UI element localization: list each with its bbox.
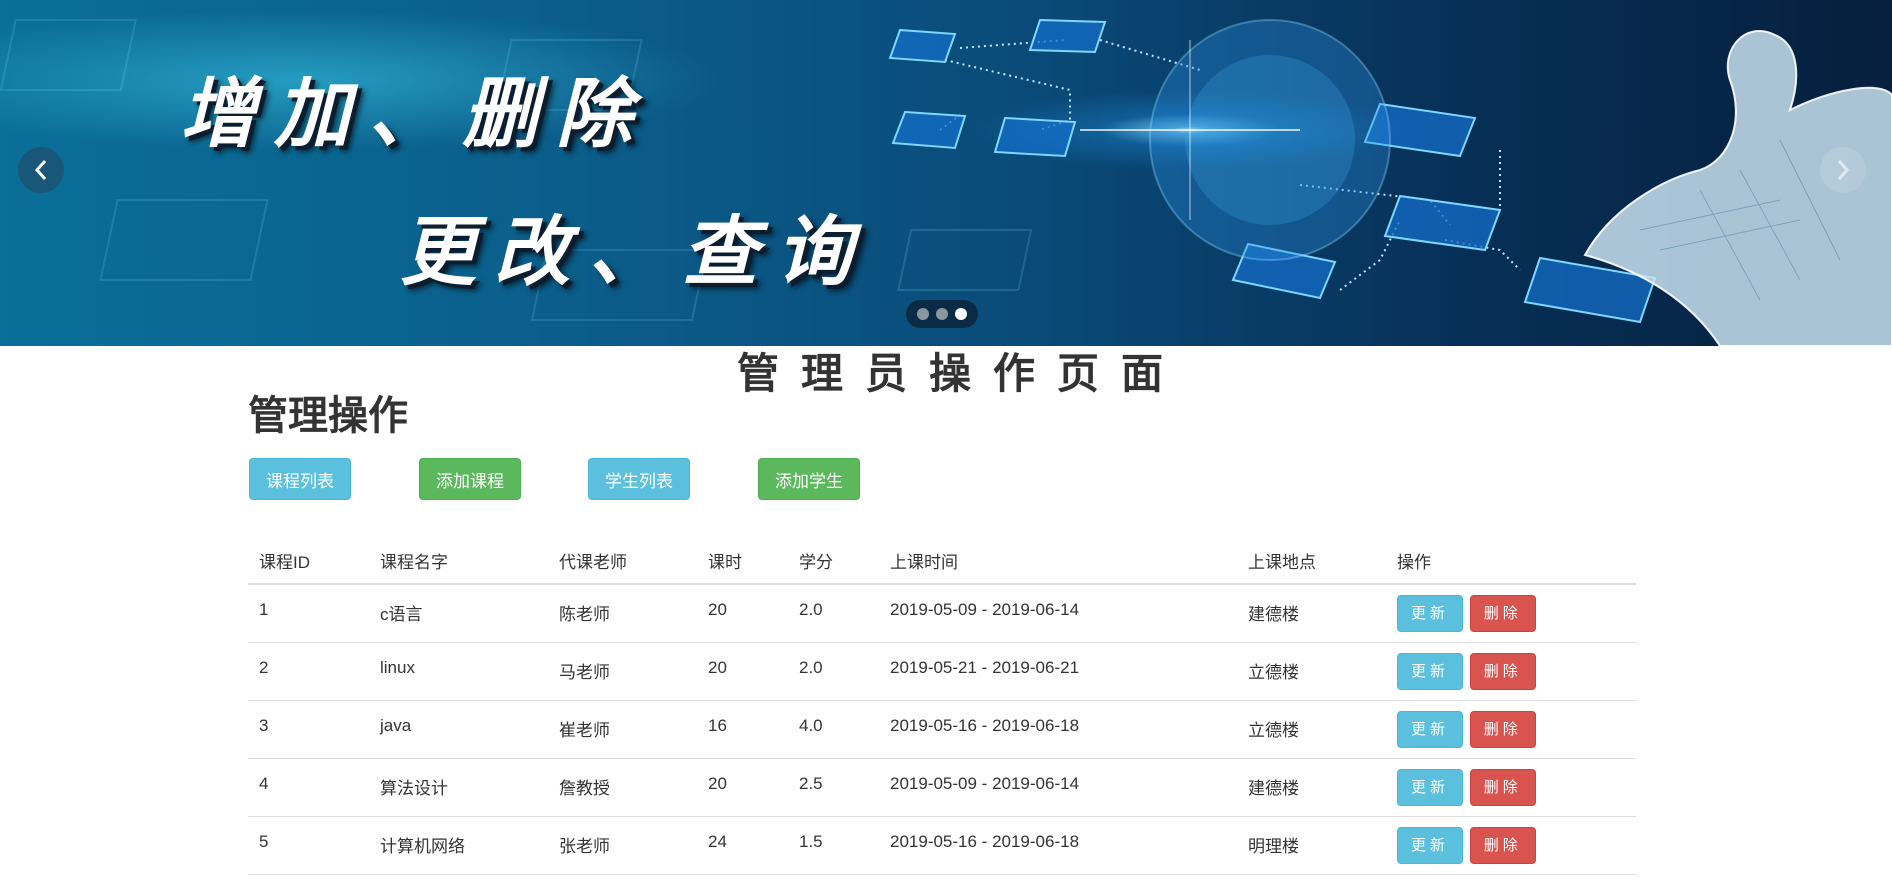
cell-course-name: 计算机网络 xyxy=(369,816,548,875)
carousel-indicator-2[interactable] xyxy=(936,308,948,320)
cell-course-name: linux xyxy=(369,642,548,701)
update-button[interactable]: 更新 xyxy=(1397,768,1464,806)
cell-schedule: 2019-05-16 - 2019-06-18 xyxy=(879,816,1237,875)
cell-schedule: 2019-05-09 - 2019-06-14 xyxy=(879,584,1237,643)
update-button[interactable]: 更新 xyxy=(1397,710,1464,748)
table-row: 5 计算机网络 张老师 24 1.5 2019-05-16 - 2019-06-… xyxy=(248,816,1636,875)
carousel-next-button[interactable] xyxy=(1820,147,1866,193)
cell-course-name: 算法设计 xyxy=(369,758,548,817)
cell-operations: 更新 删除 xyxy=(1386,700,1636,759)
carousel-prev-button[interactable] xyxy=(18,147,64,193)
column-header-course-name: 课程名字 xyxy=(369,538,548,585)
add-course-button[interactable]: 添加课程 xyxy=(419,458,521,500)
delete-button[interactable]: 删除 xyxy=(1469,595,1536,632)
cell-course-id: 3 xyxy=(248,700,369,759)
cell-operations: 更新 删除 xyxy=(1386,584,1636,643)
cell-location: 建德楼 xyxy=(1237,584,1386,643)
delete-button[interactable]: 删除 xyxy=(1469,768,1536,806)
column-header-schedule: 上课时间 xyxy=(879,538,1237,585)
cell-teacher: 崔老师 xyxy=(548,700,697,759)
chevron-left-icon xyxy=(34,160,47,180)
cell-course-id: 2 xyxy=(248,642,369,701)
cell-schedule: 2019-05-21 - 2019-06-21 xyxy=(879,642,1237,701)
cell-credits: 1.5 xyxy=(788,816,879,875)
banner-slogan-line1: 增加、删除 xyxy=(180,69,650,158)
cell-course-id: 1 xyxy=(248,584,369,643)
table-row: 3 java 崔老师 16 4.0 2019-05-16 - 2019-06-1… xyxy=(248,700,1636,759)
section-title: 管理操作 xyxy=(248,394,408,438)
cell-location: 立德楼 xyxy=(1237,642,1386,701)
cell-credits: 2.5 xyxy=(788,758,879,817)
cell-schedule: 2019-05-09 - 2019-06-14 xyxy=(879,758,1237,817)
table-row: 1 c语言 陈老师 20 2.0 2019-05-09 - 2019-06-14… xyxy=(248,584,1636,643)
table-header-row: 课程ID 课程名字 代课老师 课时 学分 上课时间 上课地点 操作 xyxy=(248,538,1636,585)
cell-course-id: 4 xyxy=(248,758,369,817)
cell-hours: 24 xyxy=(697,816,788,875)
column-header-course-id: 课程ID xyxy=(248,538,369,585)
cell-hours: 20 xyxy=(697,758,788,817)
cell-schedule: 2019-05-16 - 2019-06-18 xyxy=(879,700,1237,759)
cell-hours: 20 xyxy=(697,584,788,643)
cell-location: 立德楼 xyxy=(1237,700,1386,759)
delete-button[interactable]: 删除 xyxy=(1469,652,1536,690)
update-button[interactable]: 更新 xyxy=(1397,652,1464,690)
banner-slogan-line2: 更改、查询 xyxy=(400,207,870,296)
cell-course-name: java xyxy=(369,700,548,759)
carousel-indicator-1[interactable] xyxy=(917,308,929,320)
carousel-indicators xyxy=(906,300,978,328)
cell-teacher: 张老师 xyxy=(548,816,697,875)
cell-teacher: 马老师 xyxy=(548,642,697,701)
cell-operations: 更新 删除 xyxy=(1386,642,1636,701)
cell-operations: 更新 删除 xyxy=(1386,816,1636,875)
cell-operations: 更新 删除 xyxy=(1386,758,1636,817)
column-header-hours: 课时 xyxy=(697,538,788,585)
cell-course-name: c语言 xyxy=(369,584,548,643)
course-table: 课程ID 课程名字 代课老师 课时 学分 上课时间 上课地点 操作 1 c语言 … xyxy=(248,538,1636,875)
carousel-indicator-3[interactable] xyxy=(955,308,967,320)
update-button[interactable]: 更新 xyxy=(1397,826,1464,864)
hero-carousel: 增加、删除 更改、查询 xyxy=(0,0,1892,346)
cell-hours: 20 xyxy=(697,642,788,701)
column-header-teacher: 代课老师 xyxy=(548,538,697,585)
cell-hours: 16 xyxy=(697,700,788,759)
student-list-button[interactable]: 学生列表 xyxy=(588,458,690,500)
cell-teacher: 陈老师 xyxy=(548,584,697,643)
chevron-right-icon xyxy=(1837,160,1850,180)
column-header-operations: 操作 xyxy=(1386,538,1636,585)
cell-location: 建德楼 xyxy=(1237,758,1386,817)
column-header-credits: 学分 xyxy=(788,538,879,585)
update-button[interactable]: 更新 xyxy=(1397,595,1464,632)
table-row: 4 算法设计 詹教授 20 2.5 2019-05-09 - 2019-06-1… xyxy=(248,758,1636,817)
cell-credits: 2.0 xyxy=(788,584,879,643)
cell-teacher: 詹教授 xyxy=(548,758,697,817)
column-header-location: 上课地点 xyxy=(1237,538,1386,585)
delete-button[interactable]: 删除 xyxy=(1469,710,1536,748)
delete-button[interactable]: 删除 xyxy=(1469,826,1536,864)
cell-credits: 2.0 xyxy=(788,642,879,701)
cell-credits: 4.0 xyxy=(788,700,879,759)
course-list-button[interactable]: 课程列表 xyxy=(249,458,351,500)
cell-location: 明理楼 xyxy=(1237,816,1386,875)
table-row: 2 linux 马老师 20 2.0 2019-05-21 - 2019-06-… xyxy=(248,642,1636,701)
add-student-button[interactable]: 添加学生 xyxy=(758,458,860,500)
cell-course-id: 5 xyxy=(248,816,369,875)
